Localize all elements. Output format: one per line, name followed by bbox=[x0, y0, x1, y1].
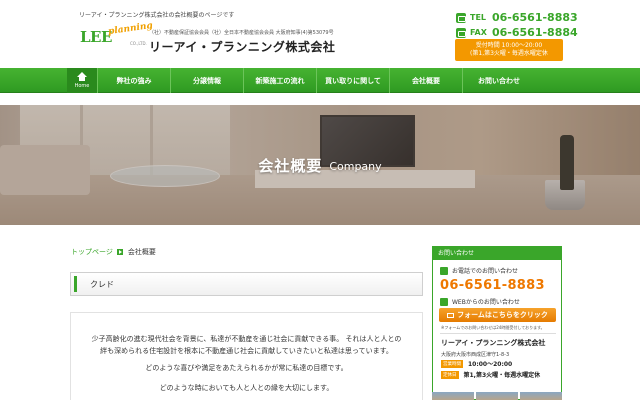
hours-line-1: 受付時間 10:00～20:00 bbox=[475, 42, 543, 49]
credo-paragraph-1a: 少子高齢化の進む現代社会を背景に、私達が不動産を通じ社会に貢献できる事。 それは… bbox=[91, 335, 402, 343]
association-info: （社）不動産保証協会会員（社）全日本不動産協会会員 大阪府知事(4)第53079… bbox=[149, 30, 334, 36]
contact-form-button[interactable]: フォームはこちらをクリック bbox=[439, 308, 556, 322]
heading-accent-bar bbox=[74, 276, 77, 292]
sidebar-contact: お問い合わせ お電話でのお問い合わせ 06-6561-8883 WEBからのお問… bbox=[432, 246, 562, 400]
nav-company[interactable]: 会社概要 bbox=[389, 68, 462, 93]
hours-value: 10:00～20:00 bbox=[468, 361, 513, 368]
sidebar-divider bbox=[440, 333, 556, 334]
sidebar-phone-caption: お電話でのお問い合わせ bbox=[440, 266, 518, 275]
global-nav: Home 弊社の強み 分譲情報 新築施工の流れ 買い取りに関して 会社概要 お問… bbox=[0, 68, 640, 93]
sidebar-company-name: リーアイ・プランニング株式会社 bbox=[441, 339, 546, 347]
credo-paragraph-1b: 絆も深められる住宅設計を根本に不動産通じ社会に貢献していきたいと私達は思っていま… bbox=[100, 347, 393, 355]
hero-banner: 会社概要 Company bbox=[0, 105, 640, 225]
fax-label: FAX bbox=[470, 28, 487, 37]
breadcrumb-home[interactable]: トップページ bbox=[71, 247, 113, 257]
company-name: リーアイ・プランニング株式会社 bbox=[149, 40, 336, 54]
sidebar-hours: 営業時間 10:00～20:00 bbox=[441, 359, 512, 368]
nav-listings[interactable]: 分譲情報 bbox=[170, 68, 243, 93]
hero-title: 会社概要 Company bbox=[0, 105, 640, 225]
logo-co: CO.,LTD. bbox=[130, 41, 147, 46]
sidebar-address: 大阪府大阪市西成区津守1-8-3 bbox=[441, 352, 510, 358]
fax-icon bbox=[456, 27, 466, 38]
logo-script: planning bbox=[107, 20, 154, 38]
sidebar-contact-head: お問い合わせ bbox=[433, 247, 561, 260]
sidebar-closed: 定休日 第1,第3火曜・毎週水曜定休 bbox=[441, 370, 540, 379]
nav-contact[interactable]: お問い合わせ bbox=[462, 68, 535, 93]
hours-line-2: (第1,第3火曜・毎週水曜定休 bbox=[470, 50, 548, 57]
nav-home-label: Home bbox=[74, 83, 90, 89]
page-tagline: リーアイ・プランニング株式会社の会社概要のページです bbox=[79, 12, 235, 19]
sidebar-photo-strip bbox=[432, 392, 562, 400]
phone-icon bbox=[456, 12, 466, 23]
mail-icon bbox=[447, 312, 455, 318]
credo-content: 少子高齢化の進む現代社会を背景に、私達が不動産を通じ社会に貢献できる事。 それは… bbox=[70, 312, 423, 400]
sidebar-photo[interactable] bbox=[476, 392, 518, 400]
site-header: リーアイ・プランニング株式会社の会社概要のページです LEE planning … bbox=[0, 0, 640, 68]
nav-home[interactable]: Home bbox=[67, 68, 97, 93]
monitor-icon bbox=[440, 297, 448, 306]
sidebar-phone-number[interactable]: 06-6561-8883 bbox=[440, 278, 545, 293]
site-logo[interactable]: LEE planning CO.,LTD. bbox=[80, 21, 153, 48]
nav-purchase[interactable]: 買い取りに関して bbox=[316, 68, 389, 93]
hero-title-jp: 会社概要 bbox=[258, 156, 323, 175]
sidebar-photo[interactable] bbox=[432, 392, 474, 400]
business-hours-box: 受付時間 10:00～20:00 (第1,第3火曜・毎週水曜定休 bbox=[455, 39, 563, 61]
header-fax: FAX 06-6561-8884 bbox=[456, 26, 578, 39]
hero-spacer bbox=[0, 93, 640, 105]
sidebar-web-caption: WEBからのお問い合わせ bbox=[440, 297, 520, 306]
home-icon bbox=[77, 72, 87, 82]
phone-icon bbox=[440, 266, 448, 275]
nav-construction-flow[interactable]: 新築施工の流れ bbox=[243, 68, 316, 93]
closed-tag: 定休日 bbox=[441, 370, 459, 379]
breadcrumb: トップページ 会社概要 bbox=[71, 247, 156, 257]
hours-tag: 営業時間 bbox=[441, 359, 463, 368]
nav-strengths[interactable]: 弊社の強み bbox=[97, 68, 170, 93]
tel-label: TEL bbox=[470, 13, 487, 22]
breadcrumb-arrow-icon bbox=[116, 249, 123, 255]
credo-paragraph-2: どのような喜びや満足をあたえられるかが常に私達の目標です。 bbox=[145, 364, 348, 372]
closed-value: 第1,第3火曜・毎週水曜定休 bbox=[463, 372, 541, 379]
section-heading: クレド bbox=[70, 272, 423, 296]
breadcrumb-current: 会社概要 bbox=[127, 248, 156, 256]
header-tel: TEL 06-6561-8883 bbox=[456, 11, 578, 24]
form-note: ※フォームでのお問い合わせは24時間受付しております。 bbox=[441, 325, 545, 330]
contact-form-button-label: フォームはこちらをクリック bbox=[457, 311, 548, 319]
fax-number: 06-6561-8884 bbox=[492, 26, 578, 39]
credo-paragraph-3: どのような時においても人と人との縁を大切にします。 bbox=[159, 384, 334, 392]
hero-title-en: Company bbox=[329, 160, 382, 173]
sidebar-photo[interactable] bbox=[520, 392, 562, 400]
section-heading-text: クレド bbox=[90, 280, 114, 289]
tel-number[interactable]: 06-6561-8883 bbox=[492, 11, 578, 24]
